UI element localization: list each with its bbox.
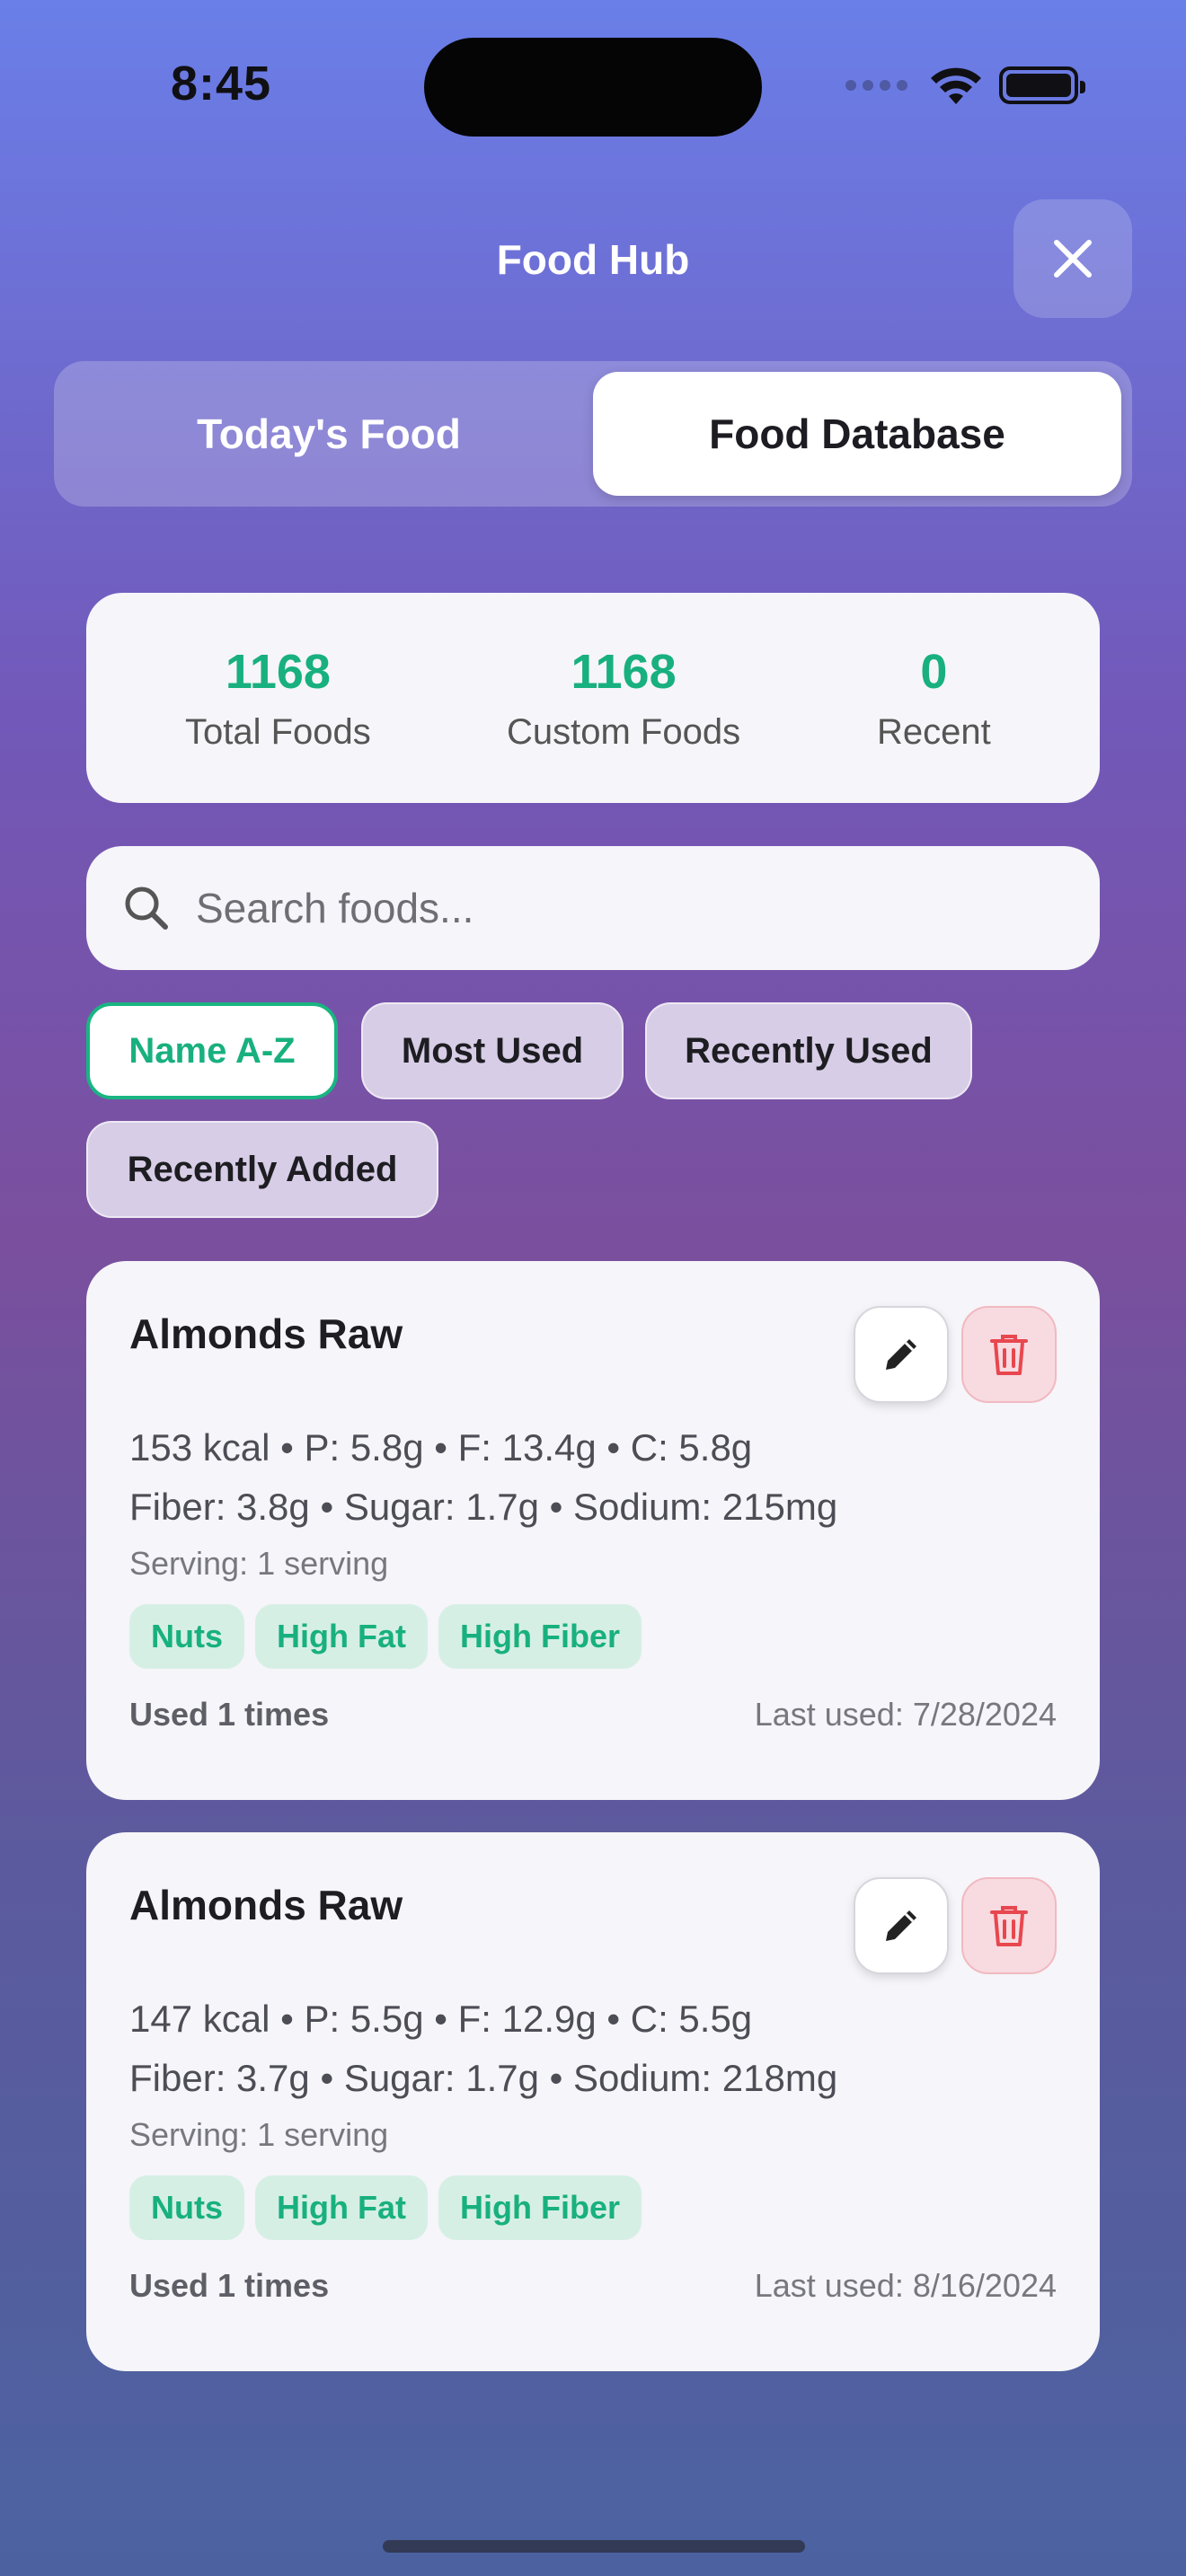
food-name: Almonds Raw	[129, 1882, 403, 1928]
tag: High Fat	[255, 1604, 428, 1669]
wifi-icon	[931, 67, 981, 104]
tab-todays-food[interactable]: Today's Food	[65, 372, 593, 496]
serving-size: Serving: 1 serving	[129, 1545, 389, 1582]
food-tags: Nuts High Fat High Fiber	[129, 1604, 642, 1669]
home-indicator[interactable]	[383, 2540, 805, 2553]
food-card[interactable]: Almonds Raw 153 kcal • P: 5.8g • F: 13.4…	[86, 1261, 1100, 1800]
last-used: Last used: 8/16/2024	[754, 2267, 1057, 2304]
food-name: Almonds Raw	[129, 1310, 403, 1357]
stat-value: 1168	[571, 644, 677, 699]
battery-icon	[999, 66, 1085, 104]
close-button[interactable]	[1013, 199, 1132, 318]
stat-value: 1168	[225, 644, 331, 699]
dynamic-island	[424, 38, 762, 137]
page-title: Food Hub	[496, 236, 690, 283]
view-tabs: Today's Food Food Database	[54, 361, 1132, 507]
stat-recent: 0 Recent	[877, 644, 991, 753]
sort-chip-name-az[interactable]: Name A-Z	[86, 1002, 338, 1099]
nutrition-summary: 153 kcal • P: 5.8g • F: 13.4g • C: 5.8g	[129, 1426, 753, 1469]
status-icons	[845, 65, 1085, 106]
search-bar	[86, 846, 1100, 970]
edit-button[interactable]	[854, 1306, 949, 1403]
nutrition-details: Fiber: 3.8g • Sugar: 1.7g • Sodium: 215m…	[129, 1486, 838, 1528]
status-time: 8:45	[171, 57, 272, 110]
stat-value: 0	[920, 644, 948, 699]
pencil-icon	[886, 1339, 916, 1370]
stat-label: Recent	[877, 711, 991, 752]
edit-button[interactable]	[854, 1877, 949, 1974]
tag: Nuts	[129, 1604, 244, 1669]
sort-chip-recently-added[interactable]: Recently Added	[86, 1121, 438, 1218]
last-used: Last used: 7/28/2024	[754, 1696, 1057, 1733]
usage-count: Used 1 times	[129, 1696, 330, 1733]
tag: High Fiber	[438, 1604, 642, 1669]
delete-button[interactable]	[961, 1306, 1057, 1403]
tag: High Fiber	[438, 2175, 642, 2240]
tab-food-database[interactable]: Food Database	[593, 372, 1121, 496]
search-icon	[125, 887, 168, 930]
food-tags: Nuts High Fat High Fiber	[129, 2175, 642, 2240]
search-input[interactable]	[196, 884, 1005, 932]
tag: High Fat	[255, 2175, 428, 2240]
serving-size: Serving: 1 serving	[129, 2116, 389, 2153]
sort-chip-most-used[interactable]: Most Used	[361, 1002, 624, 1099]
food-card[interactable]: Almonds Raw 147 kcal • P: 5.5g • F: 12.9…	[86, 1832, 1100, 2371]
stat-total-foods: 1168 Total Foods	[185, 644, 371, 753]
signal-icon	[845, 80, 907, 91]
stat-label: Total Foods	[185, 711, 371, 752]
stats-card: 1168 Total Foods 1168 Custom Foods 0 Rec…	[86, 593, 1100, 803]
trash-icon	[990, 1906, 1028, 1946]
tag: Nuts	[129, 2175, 244, 2240]
nutrition-details: Fiber: 3.7g • Sugar: 1.7g • Sodium: 218m…	[129, 2057, 838, 2099]
pencil-icon	[886, 1910, 916, 1941]
delete-button[interactable]	[961, 1877, 1057, 1974]
stat-label: Custom Foods	[507, 711, 741, 752]
usage-count: Used 1 times	[129, 2267, 330, 2304]
stat-custom-foods: 1168 Custom Foods	[507, 644, 740, 753]
nutrition-summary: 147 kcal • P: 5.5g • F: 12.9g • C: 5.5g	[129, 1998, 753, 2040]
close-icon	[1054, 240, 1092, 278]
sort-chip-recently-used[interactable]: Recently Used	[645, 1002, 972, 1099]
trash-icon	[990, 1335, 1028, 1375]
